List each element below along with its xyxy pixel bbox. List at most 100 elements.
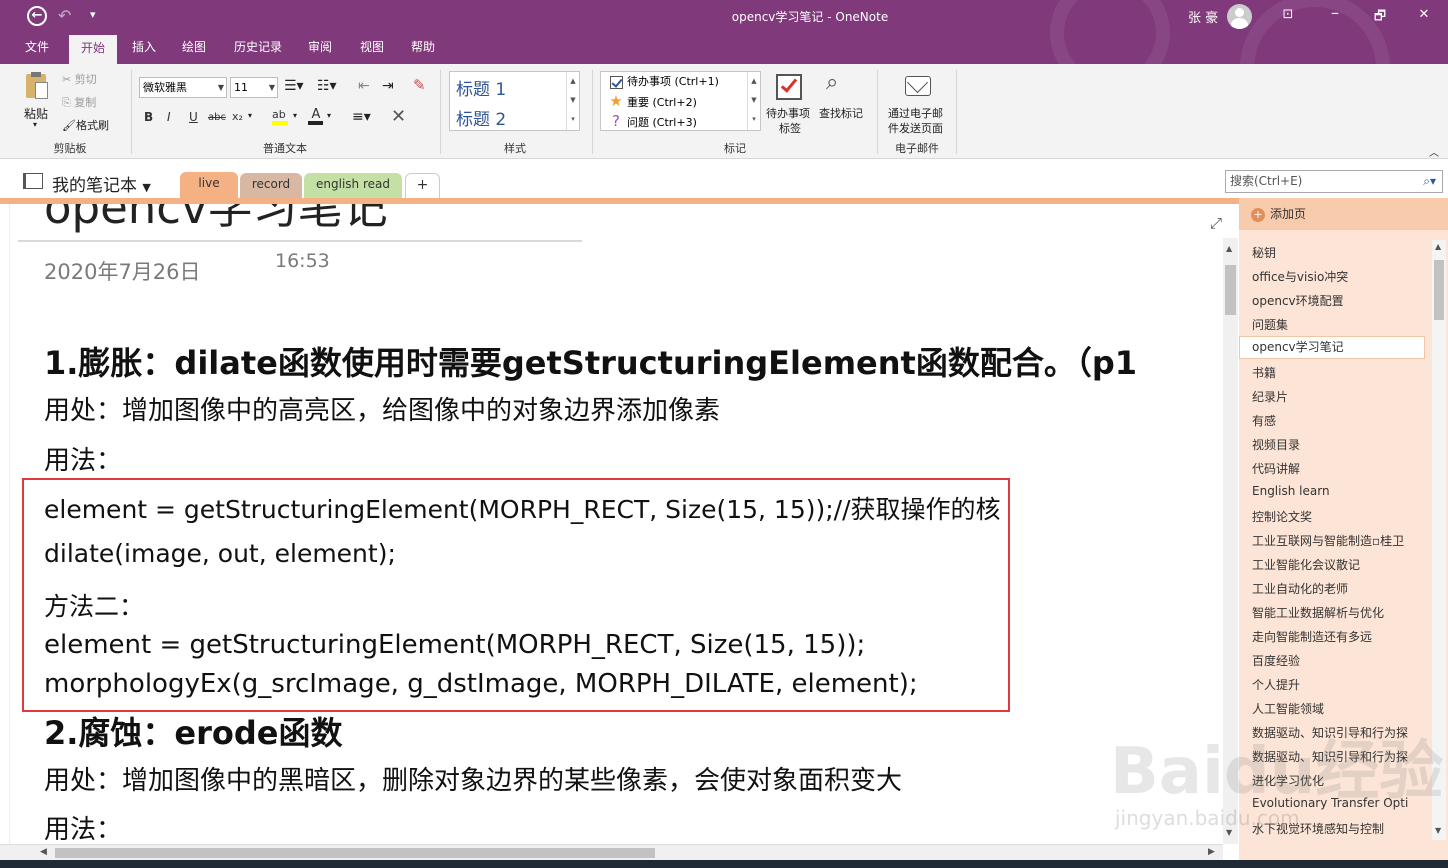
section-tab-live[interactable]: live	[180, 172, 238, 198]
page-list-item[interactable]: 走向智能制造还有多远	[1252, 628, 1432, 645]
code-line[interactable]: morphologyEx(g_srcImage, g_dstImage, MOR…	[44, 669, 918, 699]
page-list-item[interactable]: 人工智能领域	[1252, 700, 1432, 717]
page-list-item[interactable]: 书籍	[1252, 364, 1432, 381]
page-list-item[interactable]: 代码讲解	[1252, 460, 1432, 477]
page-list-item[interactable]: English learn	[1252, 484, 1432, 498]
page-list-item[interactable]: opencv环境配置	[1252, 292, 1432, 309]
find-tags-icon[interactable]: ⌕	[826, 70, 838, 95]
page-list-item[interactable]: 个人提升	[1252, 676, 1432, 693]
font-color-dropdown-icon[interactable]: ▾	[327, 111, 331, 120]
code-line[interactable]: element = getStructuringElement(MORPH_RE…	[44, 490, 1001, 526]
highlight-icon[interactable]: ab	[272, 109, 292, 125]
page-list-item[interactable]: 工业自动化的老师	[1252, 580, 1432, 597]
underline-button[interactable]: U	[189, 110, 198, 124]
style-heading-1[interactable]: 标题 1	[456, 75, 506, 100]
tags-scroll[interactable]: ▲ ▼ ▾	[747, 72, 760, 130]
highlight-dropdown-icon[interactable]: ▾	[293, 111, 297, 120]
styles-scroll[interactable]: ▲ ▼ ▾	[566, 72, 579, 130]
todo-tag-button-line2[interactable]: 标签	[779, 120, 801, 136]
method-dilate[interactable]: 用法：	[44, 440, 122, 477]
tags-gallery[interactable]: 待办事项 (Ctrl+1) ★ 重要 (Ctrl+2) ? 问题 (Ctrl+3) …	[600, 71, 761, 131]
code-line[interactable]: 方法二：	[44, 587, 144, 623]
menu-view[interactable]: 视图	[355, 33, 389, 64]
page-list-item[interactable]: 工业智能化会议散记	[1252, 556, 1432, 573]
format-painter-button[interactable]: 🖌格式刷	[62, 117, 109, 133]
bullet-list-icon[interactable]: ☰▾	[284, 78, 304, 94]
scroll-right-icon[interactable]: ▶	[1208, 847, 1215, 857]
paste-icon[interactable]	[24, 72, 50, 102]
numbered-list-icon[interactable]: ☷▾	[317, 78, 337, 94]
heading-erode[interactable]: 2.腐蚀：erode函数	[44, 708, 343, 754]
find-tags-button[interactable]: 查找标记	[819, 105, 863, 121]
page-list-item-selected[interactable]: opencv学习笔记	[1239, 336, 1425, 359]
italic-button[interactable]: I	[167, 110, 171, 124]
styles-gallery[interactable]: 标题 1 标题 2 ▲ ▼ ▾	[449, 71, 580, 131]
menu-file[interactable]: 文件	[20, 33, 54, 64]
subscript-dropdown-icon[interactable]: ▾	[248, 111, 252, 120]
menu-home[interactable]: 开始	[69, 33, 117, 64]
delete-icon[interactable]: ✕	[391, 106, 406, 127]
section-tab-record[interactable]: record	[240, 173, 302, 198]
scroll-left-icon[interactable]: ◀	[40, 847, 47, 857]
font-color-icon[interactable]: A	[308, 108, 324, 126]
todo-tag-button[interactable]: 待办事项	[766, 105, 810, 121]
page-horizontal-scrollbar[interactable]: ◀ ▶	[0, 844, 1223, 860]
add-page-button[interactable]: + 添加页	[1239, 198, 1448, 230]
close-icon[interactable]: ✕	[1414, 7, 1434, 25]
user-name[interactable]: 张 豪	[1188, 7, 1218, 26]
page-list-item[interactable]: 智能工业数据解析与优化	[1252, 604, 1432, 621]
email-page-button[interactable]: 通过电子邮	[888, 105, 943, 121]
add-section-button[interactable]: +	[405, 173, 440, 198]
scroll-up-icon[interactable]: ▲	[1226, 244, 1232, 253]
page-list-item[interactable]: 秘钥	[1252, 244, 1432, 261]
scroll-up-icon[interactable]: ▲	[1435, 242, 1441, 251]
tag-question[interactable]: ? 问题 (Ctrl+3)	[605, 111, 697, 131]
tag-important[interactable]: ★ 重要 (Ctrl+2)	[605, 91, 697, 111]
search-icon[interactable]: ⌕▾	[1423, 171, 1436, 192]
font-size-select[interactable]: 11 ▼	[230, 77, 278, 98]
avatar[interactable]	[1227, 4, 1252, 29]
page-title[interactable]: opencv学习笔记	[44, 204, 388, 236]
page-list-item[interactable]: 有感	[1252, 412, 1432, 429]
style-heading-2[interactable]: 标题 2	[456, 105, 506, 130]
tag-todo[interactable]: 待办事项 (Ctrl+1)	[605, 72, 719, 92]
email-page-button-line2[interactable]: 件发送页面	[888, 120, 943, 136]
usage-erode[interactable]: 用处：增加图像中的黑暗区，删除对象边界的某些像素，会使对象面积变大	[44, 760, 902, 797]
menu-review[interactable]: 审阅	[303, 33, 337, 64]
todo-tag-icon[interactable]	[776, 74, 802, 100]
font-family-select[interactable]: 微软雅黑 ▼	[139, 77, 227, 98]
page-list-item[interactable]: 视频目录	[1252, 436, 1432, 453]
menu-insert[interactable]: 插入	[127, 33, 161, 64]
scroll-thumb[interactable]	[55, 848, 655, 858]
page-list-item[interactable]: 问题集	[1252, 316, 1432, 333]
scroll-thumb[interactable]	[1434, 260, 1444, 320]
page-list-item[interactable]: 百度经验	[1252, 652, 1432, 669]
strikethrough-button[interactable]: abc	[208, 112, 226, 123]
clear-formatting-icon[interactable]: ✎	[413, 76, 426, 94]
method-erode[interactable]: 用法：	[44, 809, 122, 844]
page-list-item[interactable]: 纪录片	[1252, 388, 1432, 405]
section-tab-english-read[interactable]: english read	[304, 173, 402, 198]
usage-dilate[interactable]: 用处：增加图像中的高亮区，给图像中的对象边界添加像素	[44, 390, 720, 427]
collapse-ribbon-icon[interactable]: ︿	[1429, 144, 1439, 159]
search-input[interactable]: 搜索(Ctrl+E) ⌕▾	[1225, 170, 1443, 193]
bold-button[interactable]: B	[144, 110, 153, 124]
expand-icon[interactable]: ⤢	[1210, 214, 1222, 232]
page-list-item[interactable]: 控制论文奖	[1252, 508, 1432, 525]
decrease-indent-icon[interactable]: ⇤	[358, 78, 370, 94]
subscript-button[interactable]: x₂	[232, 110, 243, 123]
page-canvas[interactable]: opencv学习笔记 2020年7月26日 16:53 ⤢ 1.膨胀：dilat…	[0, 204, 1223, 844]
menu-history[interactable]: 历史记录	[228, 33, 288, 64]
code-line[interactable]: element = getStructuringElement(MORPH_RE…	[44, 630, 865, 660]
align-icon[interactable]: ≡▾	[352, 109, 371, 125]
menu-help[interactable]: 帮助	[406, 33, 440, 64]
heading-dilate[interactable]: 1.膨胀：dilate函数使用时需要getStructuringElement函…	[44, 338, 1137, 384]
scroll-thumb[interactable]	[1225, 265, 1236, 315]
page-list-item[interactable]: office与visio冲突	[1252, 268, 1432, 285]
notebook-selector[interactable]: 我的笔记本 ▼	[52, 171, 151, 196]
page-list-item[interactable]: 工业互联网与智能制造▫桂卫	[1252, 532, 1432, 549]
menu-draw[interactable]: 绘图	[177, 33, 211, 64]
email-icon[interactable]	[905, 71, 931, 96]
cut-button[interactable]: ✂ 剪切	[62, 71, 97, 87]
scroll-down-icon[interactable]: ▼	[1435, 826, 1441, 835]
